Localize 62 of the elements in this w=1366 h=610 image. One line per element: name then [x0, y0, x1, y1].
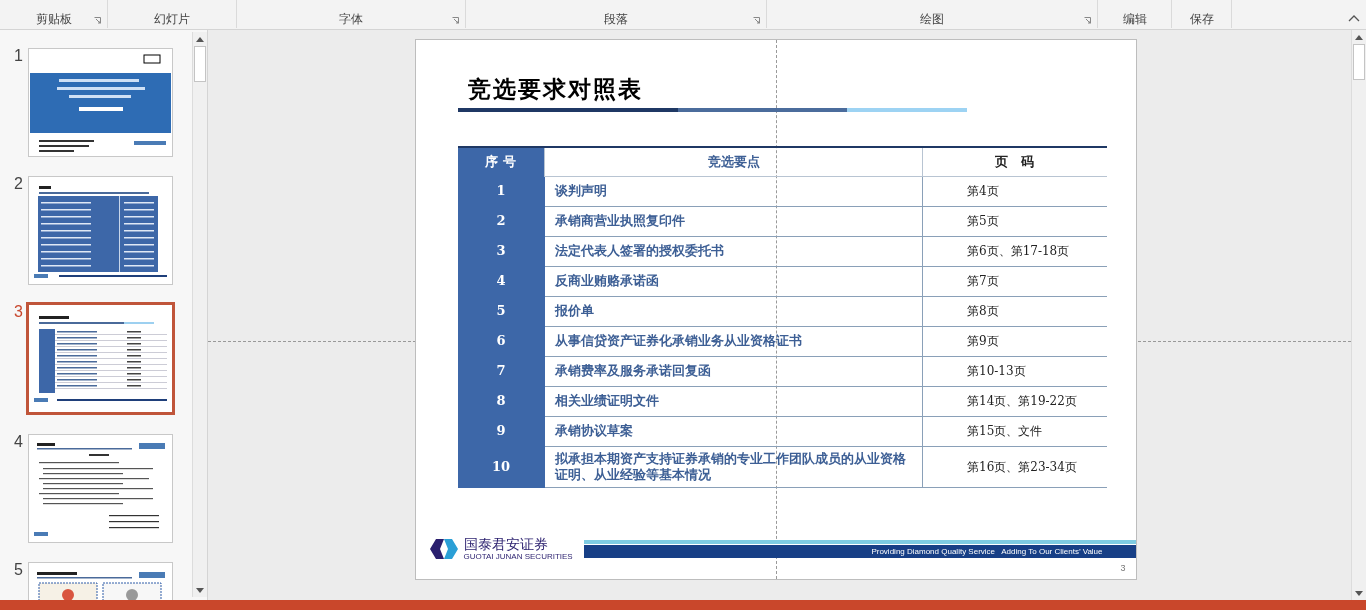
collapse-ribbon-icon[interactable]	[1348, 14, 1360, 22]
table-cell: 第10-13页	[922, 356, 1107, 386]
table-cell: 反商业贿赂承诺函	[544, 266, 923, 296]
table-cell: 第6页、第17-18页	[922, 236, 1107, 266]
slide-number: 3	[13, 304, 23, 320]
row-number: 2	[457, 206, 545, 236]
slide-number: 5	[13, 562, 23, 578]
column-header: 页 码	[922, 147, 1107, 176]
page-number: 3	[1120, 561, 1126, 575]
table-cell: 第8页	[922, 296, 1107, 326]
table-cell: 第5页	[922, 206, 1107, 236]
row-number: 1	[457, 176, 545, 206]
slide-title: 竞选要求对照表	[466, 74, 644, 104]
row-number: 9	[457, 416, 545, 446]
table-cell: 第16页、第23-34页	[922, 446, 1107, 487]
row-number: 7	[457, 356, 545, 386]
table-cell: 承销费率及服务承诺回复函	[544, 356, 923, 386]
slide-thumbnail[interactable]	[28, 48, 173, 157]
footer-slogan: Providing Diamond Quality Service Adding To Our Clients’ Value	[871, 547, 1103, 556]
ribbon-group-label: 段落	[604, 13, 628, 25]
table-cell: 报价单	[544, 296, 923, 326]
row-number: 6	[457, 326, 545, 356]
slide-number: 1	[13, 48, 23, 64]
table-cell: 第4页	[922, 176, 1107, 206]
table-cell: 拟承担本期资产支持证券承销的专业工作团队成员的从业资格证明、从业经验等基本情况	[544, 446, 923, 487]
dialog-launcher-icon[interactable]	[452, 17, 459, 24]
table-cell: 第15页、文件	[922, 416, 1107, 446]
ribbon-group-label: 剪贴板	[35, 13, 72, 25]
row-number: 8	[457, 386, 545, 416]
ribbon-group-label: 保存	[1189, 13, 1214, 25]
slide-thumbnail[interactable]	[28, 176, 173, 285]
row-number: 3	[457, 236, 545, 266]
table-cell: 相关业绩证明文件	[544, 386, 923, 416]
ribbon-group-label: 编辑	[1122, 13, 1147, 25]
table-cell: 第14页、第19-22页	[922, 386, 1107, 416]
ribbon-group-label: 字体	[339, 13, 363, 25]
slide-thumbnail[interactable]	[26, 302, 175, 415]
column-header: 竞选要点	[544, 147, 923, 176]
table-cell: 第7页	[922, 266, 1107, 296]
scroll-thumb[interactable]	[1353, 44, 1365, 80]
table-cell: 谈判声明	[544, 176, 923, 206]
dialog-launcher-icon[interactable]	[1084, 17, 1091, 24]
dialog-launcher-icon[interactable]	[753, 17, 760, 24]
dialog-launcher-icon[interactable]	[94, 17, 101, 24]
logo-icon	[427, 539, 460, 559]
column-header: 序 号	[457, 147, 545, 176]
logo-subtitle: GUOTAI JUNAN SECURITIES	[463, 552, 573, 561]
slide-number: 2	[13, 176, 23, 192]
slide-thumbnail[interactable]	[28, 434, 173, 543]
row-number: 5	[457, 296, 545, 326]
slide-number: 4	[13, 434, 23, 450]
row-number: 10	[457, 446, 545, 487]
table-cell: 法定代表人签署的授权委托书	[544, 236, 923, 266]
row-number: 4	[457, 266, 545, 296]
scroll-thumb[interactable]	[194, 46, 206, 82]
table-cell: 承销协议草案	[544, 416, 923, 446]
logo-name: 国泰君安证券	[463, 537, 549, 552]
table-cell: 承销商营业执照复印件	[544, 206, 923, 236]
table-cell: 第9页	[922, 326, 1107, 356]
table-cell: 从事信贷资产证券化承销业务从业资格证书	[544, 326, 923, 356]
ribbon-group-label: 幻灯片	[154, 13, 190, 25]
ribbon-group-label: 绘图	[920, 13, 944, 25]
